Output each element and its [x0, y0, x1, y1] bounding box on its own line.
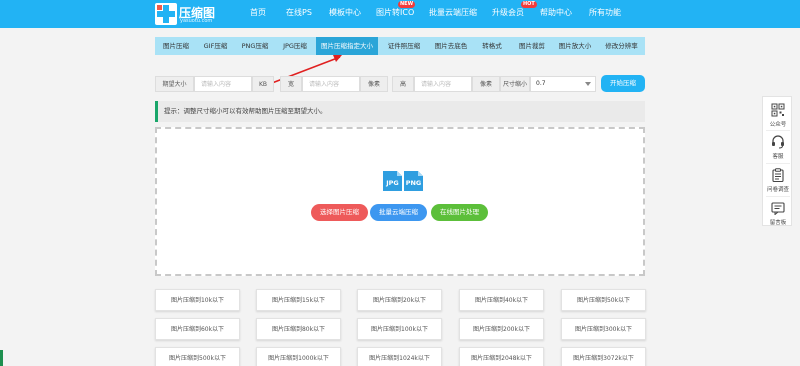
sidebar-label-support: 客服 — [772, 154, 784, 160]
tab-convert-format[interactable]: 转格式 — [472, 37, 512, 55]
new-badge: NEW — [398, 1, 416, 8]
height-unit: 像素 — [472, 76, 500, 92]
nav-online-ps[interactable]: 在线PS — [286, 7, 312, 18]
png-icon-label: PNG — [406, 179, 422, 187]
sidebar-label-message-board: 留言板 — [769, 220, 787, 226]
width-label: 宽 — [280, 76, 302, 92]
top-header: 压缩图 yasuotu.com 首页 在线PS 模板中心 图片转ICO NEW … — [0, 0, 800, 28]
size-button-300k[interactable]: 图片压缩到300k以下 — [561, 318, 646, 340]
floating-sidebar: 公众号 客服 问卷调查 留言板 — [762, 96, 792, 226]
nav-home[interactable]: 首页 — [250, 7, 266, 18]
sidebar-item-message-board[interactable]: 留言板 — [763, 197, 793, 229]
nav-upgrade-vip[interactable]: 升级会员 — [492, 7, 524, 18]
corner-marker — [0, 350, 3, 366]
scale-value: 0.7 — [536, 80, 546, 87]
size-button-500k[interactable]: 图片压缩到500k以下 — [155, 347, 240, 366]
expected-size-input[interactable] — [194, 76, 252, 92]
site-logo[interactable]: 压缩图 yasuotu.com — [155, 3, 225, 25]
size-button-1000k[interactable]: 图片压缩到1000k以下 — [256, 347, 341, 366]
nav-batch-cloud[interactable]: 批量云端压缩 — [429, 7, 477, 18]
message-board-icon — [771, 202, 785, 215]
tab-image-compress[interactable]: 图片压缩 — [155, 37, 197, 55]
tab-resolution[interactable]: 修改分辨率 — [598, 37, 645, 55]
jpg-icon-label: JPG — [385, 179, 399, 187]
tab-remove-bg[interactable]: 图片去底色 — [430, 37, 472, 55]
width-input[interactable] — [302, 76, 360, 92]
size-button-60k[interactable]: 图片压缩到60k以下 — [155, 318, 240, 340]
headset-icon — [772, 135, 784, 149]
hot-badge: HOT — [521, 1, 537, 8]
nav-all-features[interactable]: 所有功能 — [589, 7, 621, 18]
tip-text: 提示：调整尺寸缩小可以有效帮助图片压缩至期望大小。 — [155, 101, 645, 122]
upload-dropzone[interactable]: JPG PNG 选择图片压缩 批量云端压缩 在线图片处理 — [155, 127, 645, 276]
sidebar-item-survey[interactable]: 问卷调查 — [763, 164, 793, 196]
size-button-40k[interactable]: 图片压缩到40k以下 — [459, 289, 544, 311]
tool-tabbar: 图片压缩 GIF压缩 PNG压缩 JPG压缩 图片压缩指定大小 证件照压缩 图片… — [155, 37, 645, 55]
select-image-button[interactable]: 选择图片压缩 — [311, 204, 368, 221]
height-label: 高 — [392, 76, 414, 92]
tab-compress-to-size[interactable]: 图片压缩指定大小 — [316, 37, 378, 55]
online-processing-button[interactable]: 在线图片处理 — [431, 204, 488, 221]
expected-size-unit: KB — [252, 76, 274, 92]
start-compress-button[interactable]: 开始压缩 — [601, 75, 645, 92]
size-button-1024k[interactable]: 图片压缩到1024k以下 — [357, 347, 442, 366]
size-button-20k[interactable]: 图片压缩到20k以下 — [357, 289, 442, 311]
tab-crop[interactable]: 图片裁剪 — [512, 37, 552, 55]
size-button-80k[interactable]: 图片压缩到80k以下 — [256, 318, 341, 340]
expected-size-label: 期望大小 — [155, 76, 194, 92]
height-input[interactable] — [414, 76, 472, 92]
nav-help[interactable]: 帮助中心 — [540, 7, 572, 18]
size-button-50k[interactable]: 图片压缩到50k以下 — [561, 289, 646, 311]
logo-cross-icon — [155, 3, 177, 25]
width-unit: 像素 — [360, 76, 388, 92]
size-button-200k[interactable]: 图片压缩到200k以下 — [459, 318, 544, 340]
size-button-15k[interactable]: 图片压缩到15k以下 — [256, 289, 341, 311]
chevron-down-icon — [585, 82, 591, 86]
clipboard-icon — [772, 168, 784, 182]
tab-resize[interactable]: 图片放大小 — [552, 37, 598, 55]
tab-jpg-compress[interactable]: JPG压缩 — [276, 37, 314, 55]
sidebar-label-survey: 问卷调查 — [766, 187, 789, 193]
sidebar-item-support[interactable]: 客服 — [763, 131, 793, 163]
size-button-2048k[interactable]: 图片压缩到2048k以下 — [459, 347, 544, 366]
jpg-png-file-icon: JPG PNG — [383, 171, 423, 191]
nav-templates[interactable]: 模板中心 — [329, 7, 361, 18]
nav-to-ico[interactable]: 图片转ICO — [376, 7, 414, 18]
size-button-100k[interactable]: 图片压缩到100k以下 — [357, 318, 442, 340]
sidebar-item-wechat[interactable]: 公众号 — [763, 99, 793, 131]
size-button-10k[interactable]: 图片压缩到10k以下 — [155, 289, 240, 311]
size-button-3072k[interactable]: 图片压缩到3072k以下 — [561, 347, 646, 366]
tab-id-photo[interactable]: 证件照压缩 — [380, 37, 428, 55]
sidebar-label-wechat: 公众号 — [769, 122, 787, 128]
tab-gif-compress[interactable]: GIF压缩 — [197, 37, 234, 55]
batch-cloud-button[interactable]: 批量云端压缩 — [370, 204, 427, 221]
scale-select[interactable]: 0.7 — [530, 76, 596, 92]
qrcode-icon — [771, 103, 785, 117]
logo-subtitle: yasuotu.com — [180, 18, 213, 24]
tab-png-compress[interactable]: PNG压缩 — [234, 37, 276, 55]
scale-label: 尺寸缩小 — [500, 76, 530, 92]
